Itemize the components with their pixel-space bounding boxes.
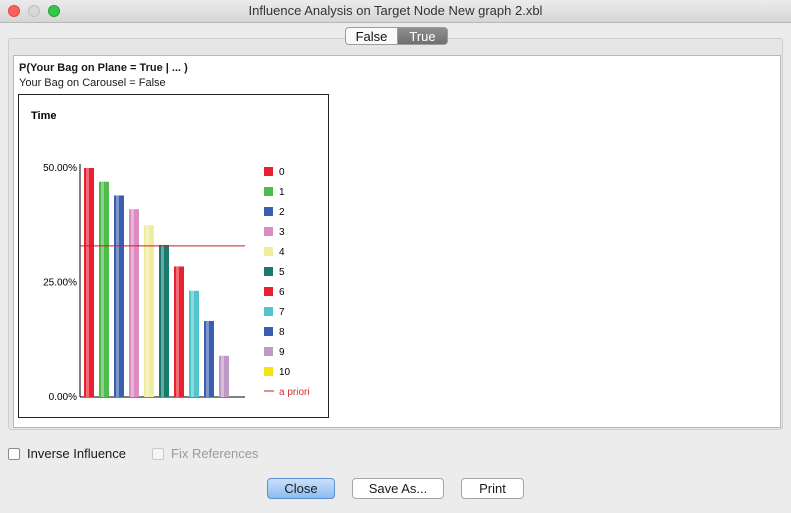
state-tab-bar: False True [345,27,448,45]
results-panel: P(Your Bag on Plane = True | ... ) Your … [13,55,781,428]
legend-apriori-label: a priori [279,387,310,398]
legend-label-4: 4 [279,247,285,258]
legend-label-9: 9 [279,347,285,358]
bar-highlight [131,209,134,397]
inverse-influence-checkbox[interactable] [8,447,20,460]
legend-label-8: 8 [279,327,285,338]
bar-highlight [101,181,104,397]
influence-chart: Time 50.00% 25.00% 0.00% 0 1 2 3 4 5 6 7 8 9 10 a pri… [18,94,329,418]
chart-canvas: Time 50.00% 25.00% 0.00% 0 1 2 3 4 5 6 7 8 9 10 a pri… [31,110,310,403]
tab-true[interactable]: True [398,27,448,45]
legend-swatch-5 [264,267,273,276]
bar-highlight [221,355,224,397]
legend-label-5: 5 [279,267,285,278]
bar-highlight [146,225,149,397]
inverse-influence-option[interactable]: Inverse Influence [8,446,126,461]
bar-highlight [191,290,194,397]
y-tick-label: 25.00% [43,278,77,289]
fix-references-checkbox [152,447,164,460]
save-as-button[interactable]: Save As... [352,478,444,499]
legend-label-10: 10 [279,367,291,378]
legend-swatch-10 [264,367,273,376]
print-button[interactable]: Print [461,478,524,499]
chart-title: Time [31,110,56,122]
fix-references-option: Fix References [152,446,258,461]
legend: 0 1 2 3 4 5 6 7 8 9 10 a priori [264,167,310,398]
legend-swatch-8 [264,327,273,336]
bar-highlight [116,195,119,397]
window-title: Influence Analysis on Target Node New gr… [248,3,543,18]
query-title: P(Your Bag on Plane = True | ... ) [19,62,188,74]
legend-swatch-6 [264,287,273,296]
evidence-text: Your Bag on Carousel = False [19,77,166,89]
y-tick-label: 50.00% [43,163,77,174]
legend-label-0: 0 [279,167,285,178]
fix-references-label: Fix References [171,446,259,461]
bars [84,168,229,397]
bar-highlight [176,266,179,397]
close-button[interactable]: Close [267,478,335,499]
inverse-influence-label: Inverse Influence [27,446,127,461]
legend-swatch-3 [264,227,273,236]
legend-swatch-2 [264,207,273,216]
legend-label-7: 7 [279,307,285,318]
bar-highlight [86,168,89,397]
bar-highlight [161,244,164,397]
legend-swatch-0 [264,167,273,176]
legend-label-3: 3 [279,227,285,238]
legend-swatch-4 [264,247,273,256]
y-tick-label: 0.00% [49,392,77,403]
legend-label-2: 2 [279,207,285,218]
bar-highlight [206,320,209,397]
legend-label-6: 6 [279,287,285,298]
legend-label-1: 1 [279,187,285,198]
legend-swatch-7 [264,307,273,316]
title-bar: Influence Analysis on Target Node New gr… [0,0,791,23]
tab-false[interactable]: False [345,27,398,45]
legend-swatch-1 [264,187,273,196]
legend-swatch-9 [264,347,273,356]
